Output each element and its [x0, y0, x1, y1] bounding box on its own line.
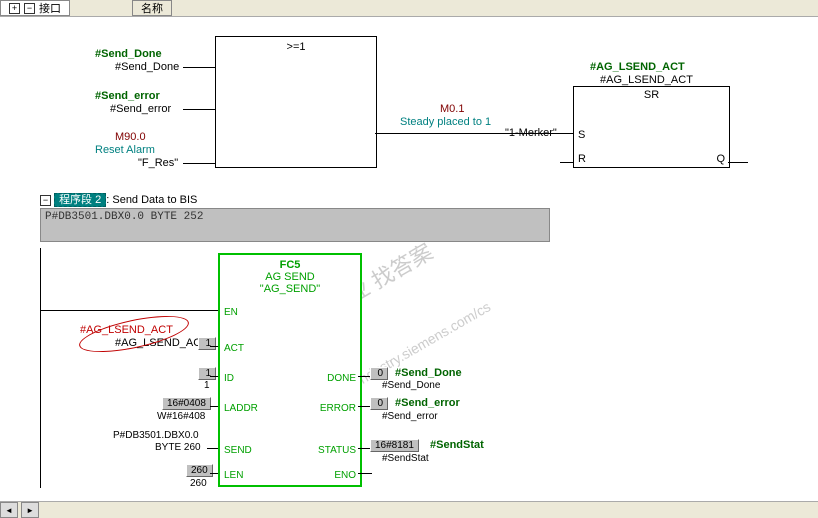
wire [358, 448, 370, 449]
send-error-symbol: #Send_error [95, 90, 160, 102]
status-symbol: #SendStat [430, 439, 484, 451]
tab-name[interactable]: 名称 [132, 0, 172, 16]
wire [358, 376, 370, 377]
laddr-raw: W#16#408 [157, 411, 205, 422]
network2-comment-block: P#DB3501.DBX0.0 BYTE 252 [40, 208, 550, 242]
laddr-status-val: 16#0408 [162, 397, 211, 410]
wire [40, 310, 218, 311]
fc5-quoted: "AG_SEND" [220, 283, 360, 295]
fc5-type: AG SEND [220, 271, 360, 283]
ge1-block: >=1 [215, 36, 377, 168]
wire [210, 376, 218, 377]
len-status-val: 260 [186, 464, 213, 477]
red-circle-annotation [76, 309, 191, 360]
sr-r-port: R [578, 153, 586, 165]
sr-q-port: Q [716, 153, 725, 165]
network2-header[interactable]: − 程序段 2: Send Data to BIS [40, 191, 197, 207]
len-raw: 260 [190, 478, 207, 489]
m01-desc: Steady placed to 1 [400, 116, 491, 128]
done-raw: #Send_Done [382, 380, 440, 391]
send-p1: P#DB3501.DBX0.0 [113, 430, 199, 441]
send-done-symbol: #Send_Done [95, 48, 162, 60]
reset-addr: M90.0 [115, 131, 146, 143]
tab-interface[interactable]: + − 接口 [0, 0, 70, 16]
ladder-canvas: 西门子工业 找答案 support.industry.siemens.com/c… [0, 18, 818, 498]
port-SEND: SEND [224, 445, 252, 456]
status-raw: #SendStat [382, 453, 429, 464]
sr-title-raw: #AG_LSEND_ACT [600, 74, 693, 86]
network2-comment: P#DB3501.DBX0.0 BYTE 252 [45, 211, 203, 223]
wire [210, 406, 218, 407]
port-LEN: LEN [224, 470, 243, 481]
wire [728, 162, 748, 163]
wire [207, 448, 218, 449]
wire [210, 346, 218, 347]
error-raw: #Send_error [382, 411, 438, 422]
send-p2: BYTE 260 [155, 442, 201, 453]
wire [358, 473, 372, 474]
port-DONE: DONE [327, 373, 356, 384]
wire [560, 162, 573, 163]
port-STATUS: STATUS [318, 445, 356, 456]
wire [358, 406, 370, 407]
sr-type-label: SR [574, 89, 729, 101]
fc5-name: FC5 [220, 259, 360, 271]
wire [183, 163, 215, 164]
m01-raw: "1-Merker" [505, 127, 557, 139]
error-status-val: 0 [370, 397, 388, 410]
network2-title: : Send Data to BIS [106, 194, 197, 206]
sr-block: SR S R Q [573, 86, 730, 168]
scroll-left-icon[interactable]: ◄ [0, 502, 18, 518]
error-symbol: #Send_error [395, 397, 460, 409]
send-error-raw: #Send_error [110, 103, 171, 115]
ge1-label: >=1 [216, 41, 376, 53]
network2-tag: 程序段 2 [54, 193, 106, 207]
tab-interface-label: 接口 [39, 0, 61, 16]
port-EN: EN [224, 307, 238, 318]
sr-title-symbol: #AG_LSEND_ACT [590, 61, 685, 73]
done-status-val: 0 [370, 367, 388, 380]
tree-plus-icon[interactable]: + [9, 3, 20, 14]
wire [210, 473, 218, 474]
port-ID: ID [224, 373, 234, 384]
wire [183, 67, 215, 68]
wire [183, 109, 215, 110]
reset-raw: "F_Res" [138, 157, 178, 169]
send-done-raw: #Send_Done [115, 61, 179, 73]
reset-desc: Reset Alarm [95, 144, 155, 156]
horizontal-scrollbar[interactable]: ◄ ► [0, 501, 818, 518]
done-symbol: #Send_Done [395, 367, 462, 379]
id-status-val: 1 [198, 367, 216, 380]
port-ACT: ACT [224, 343, 244, 354]
tree-minus-icon[interactable]: − [24, 3, 35, 14]
port-ERROR: ERROR [320, 403, 356, 414]
port-LADDR: LADDR [224, 403, 258, 414]
sr-s-port: S [578, 129, 585, 141]
scroll-right-icon[interactable]: ► [21, 502, 39, 518]
power-rail [40, 248, 41, 488]
collapse-icon[interactable]: − [40, 195, 51, 206]
tab-name-label: 名称 [141, 0, 163, 16]
fc5-block: FC5 AG SEND "AG_SEND" EN ACT ID LADDR SE… [218, 253, 362, 487]
act-status-val: 1 [198, 337, 216, 350]
m01-addr: M0.1 [440, 103, 464, 115]
status-status-val: 16#8181 [370, 439, 419, 452]
port-ENO: ENO [334, 470, 356, 481]
